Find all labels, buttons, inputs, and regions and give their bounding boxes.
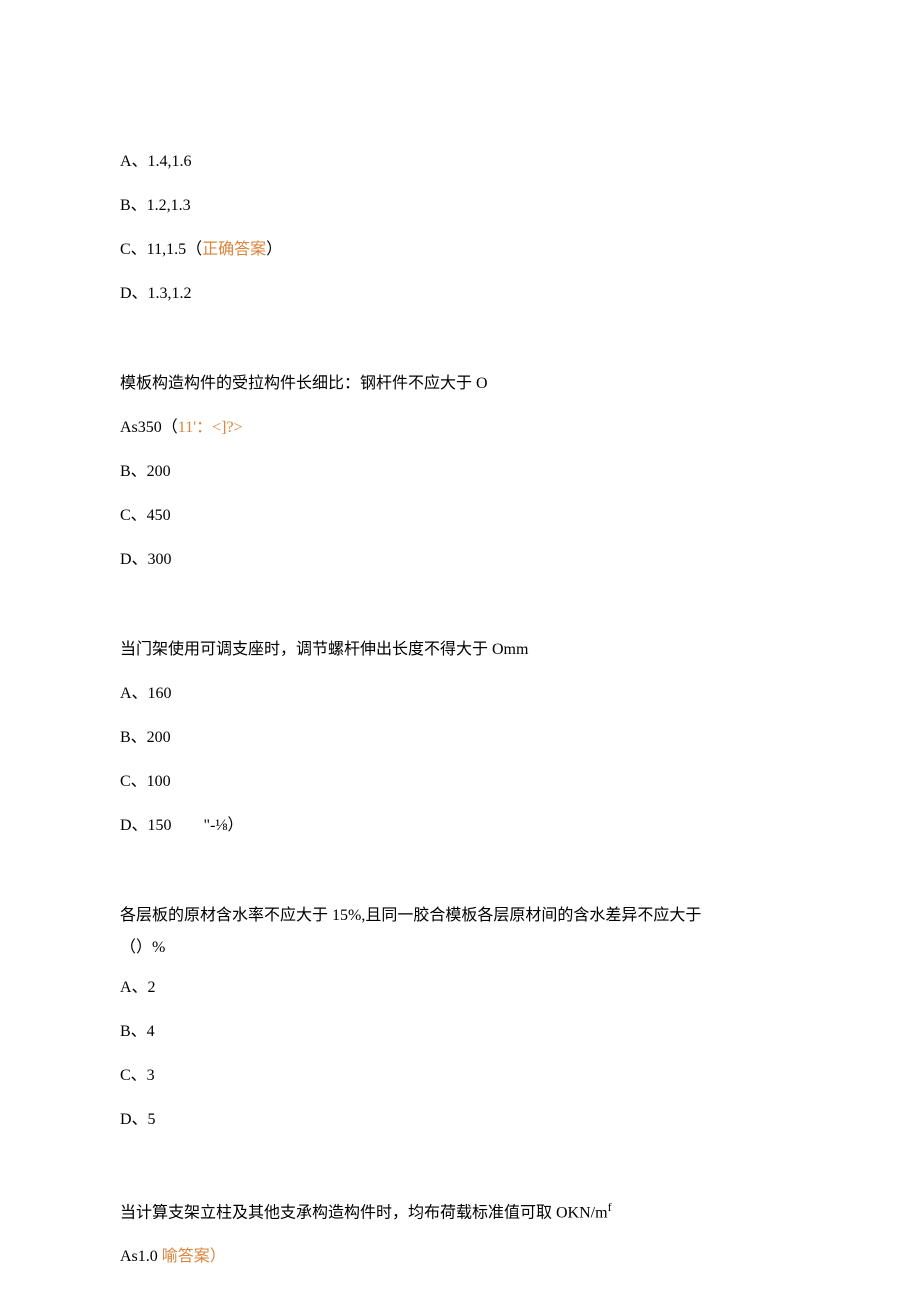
q3-option-c: C、100	[120, 770, 800, 794]
q3-option-d-suffix: ）	[227, 817, 243, 834]
q1-option-c-suffix: ）	[266, 241, 282, 258]
q4-option-b: B、4	[120, 1020, 800, 1044]
q4-question-text-line2: （）%	[120, 936, 800, 960]
q2-option-c: C、450	[120, 504, 800, 528]
q1-option-a: A、1.4,1.6	[120, 150, 800, 174]
q3-option-d-prefix: D、150 "-⅛	[120, 817, 227, 834]
q3-option-a: A、160	[120, 682, 800, 706]
q1-option-d: D、1.3,1.2	[120, 282, 800, 306]
q1-option-c-prefix: C、11,1.5（	[120, 241, 202, 258]
q2-option-d: D、300	[120, 548, 800, 572]
q4-option-a: A、2	[120, 976, 800, 1000]
q2-question-text: 模板构造构件的受拉构件长细比：钢杆件不应大于 O	[120, 372, 800, 396]
q4-question-text-line1: 各层板的原材含水率不应大于 15%,且同一胶合模板各层原材间的含水差异不应大于	[120, 904, 800, 928]
q2-option-a-prefix: As350（	[120, 419, 178, 436]
q2-option-a-correct: 11'：<]?>	[178, 419, 243, 436]
q4-option-d: D、5	[120, 1108, 800, 1132]
q3-question-text: 当门架使用可调支座时，调节螺杆伸出长度不得大于 Omm	[120, 638, 800, 662]
q2-option-b: B、200	[120, 460, 800, 484]
q3-option-d: D、150 "-⅛）	[120, 814, 800, 838]
q5-option-a-correct: 喻答案）	[162, 1248, 226, 1265]
q5-question-text-sup: f	[608, 1200, 612, 1214]
q3-option-b: B、200	[120, 726, 800, 750]
q5-option-a: As1.0 喻答案）	[120, 1245, 800, 1269]
q1-option-c: C、11,1.5（正确答案）	[120, 238, 800, 262]
q1-option-c-correct: 正确答案	[202, 241, 266, 258]
q2-option-a: As350（11'：<]?>	[120, 416, 800, 440]
q1-option-b: B、1.2,1.3	[120, 194, 800, 218]
q5-question-text: 当计算支架立柱及其他支承构造构件时，均布荷载标准值可取 OKN/mf	[120, 1198, 800, 1225]
q5-question-text-main: 当计算支架立柱及其他支承构造构件时，均布荷载标准值可取 OKN/m	[120, 1204, 608, 1221]
q5-option-a-prefix: As1.0	[120, 1248, 162, 1265]
q4-option-c: C、3	[120, 1064, 800, 1088]
